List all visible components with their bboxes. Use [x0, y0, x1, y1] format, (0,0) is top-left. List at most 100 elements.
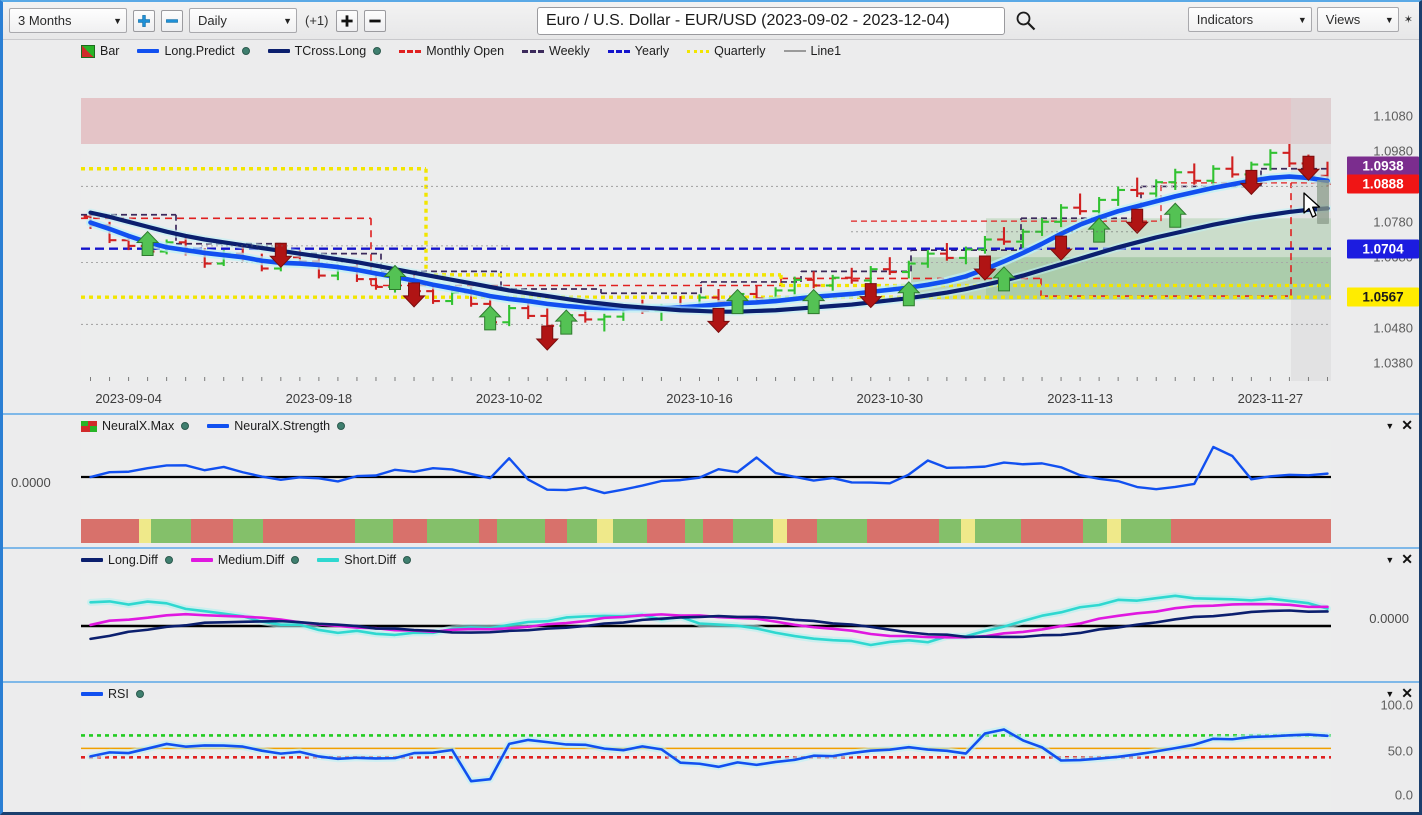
symbol-search-input[interactable]: Euro / U.S. Dollar - EUR/USD (2023-09-02… [537, 7, 1005, 35]
line-swatch-icon [207, 424, 230, 428]
legend-item-bar[interactable]: Bar [81, 44, 119, 58]
legend-label: NeuralX.Strength [234, 419, 331, 433]
settings-dot-icon[interactable] [337, 422, 346, 430]
legend-item-neuralx-max[interactable]: NeuralX.Max [81, 419, 190, 433]
views-menu-label: Views [1325, 12, 1361, 27]
date-axis-tick: 2023-09-04 [95, 391, 162, 406]
chart-stack: Bar Long.Predict TCross.Long Monthly Open We… [3, 40, 1419, 812]
rsi-panel-controls: ▼ ✕ [1385, 685, 1413, 702]
settings-dot-icon[interactable] [181, 422, 190, 430]
legend-label: RSI [108, 687, 129, 701]
search-icon[interactable] [1015, 10, 1036, 31]
settings-dot-icon[interactable] [164, 556, 173, 564]
legend-item-long-diff[interactable]: Long.Diff [81, 553, 173, 567]
legend-label: Short.Diff [344, 553, 397, 567]
interval-select-value: Daily [198, 13, 227, 28]
right-toolbar-group: Indicators ▼ Views ▼ ✶ [1187, 7, 1413, 32]
legend-item-monthly-open[interactable]: Monthly Open [399, 44, 504, 58]
neuralx-panel-legend: NeuralX.Max NeuralX.Strength [3, 415, 1419, 437]
rsi-axis-tick: 0.0 [1394, 787, 1413, 803]
views-menu[interactable]: Views ▼ [1316, 7, 1399, 32]
plus-icon [341, 14, 354, 27]
chevron-down-icon[interactable]: ▼ [1385, 555, 1394, 565]
neuralx-plot-area[interactable] [81, 439, 1331, 543]
legend-label: Medium.Diff [217, 553, 285, 567]
diff-panel-legend: Long.Diff Medium.Diff Short.Diff [3, 549, 1419, 571]
rsi-panel-legend: RSI [3, 683, 1419, 705]
legend-item-quarterly[interactable]: Quarterly [687, 44, 766, 58]
indicators-menu-label: Indicators [1196, 12, 1254, 27]
legend-label: Bar [100, 44, 120, 58]
mouse-cursor-icon [1303, 192, 1323, 220]
bar-swatch-icon [81, 44, 95, 58]
minus-icon [166, 18, 178, 23]
range-increase-button[interactable] [133, 9, 155, 32]
neuralx-zero-label: 0.0000 [11, 475, 51, 490]
settings-dot-icon[interactable] [241, 47, 250, 55]
chevron-down-icon[interactable]: ▼ [1385, 689, 1394, 699]
diff-panel-controls: ▼ ✕ [1385, 551, 1413, 568]
legend-item-short-diff[interactable]: Short.Diff [317, 553, 412, 567]
symbol-search-value: Euro / U.S. Dollar - EUR/USD (2023-09-02… [546, 12, 950, 29]
close-icon[interactable]: ✕ [1401, 551, 1413, 568]
price-panel: Bar Long.Predict TCross.Long Monthly Open We… [3, 40, 1419, 413]
chevron-down-icon: ▼ [1297, 14, 1307, 25]
diff-plot-area[interactable] [81, 573, 1331, 675]
legend-item-yearly[interactable]: Yearly [607, 44, 669, 58]
bars-decrease-button[interactable] [364, 9, 387, 32]
settings-dot-icon[interactable] [291, 556, 300, 564]
settings-dot-icon[interactable] [135, 690, 144, 698]
price-plot-area[interactable] [81, 98, 1331, 381]
diff-chart-svg [81, 592, 1331, 649]
price-chart-svg [81, 98, 1331, 381]
legend-label: Weekly [549, 44, 590, 58]
price-tag: 1.0888 [1347, 174, 1419, 194]
settings-dot-icon[interactable] [373, 47, 382, 55]
legend-item-tcross-long[interactable]: TCross.Long [267, 44, 382, 58]
rsi-axis-tick: 50.0 [1387, 743, 1413, 759]
price-axis-tick: 1.1080 [1373, 108, 1413, 124]
indicators-menu[interactable]: Indicators ▼ [1187, 7, 1312, 32]
legend-item-long-predict[interactable]: Long.Predict [137, 44, 250, 58]
legend-item-medium-diff[interactable]: Medium.Diff [190, 553, 300, 567]
price-tag: 1.0704 [1347, 239, 1419, 259]
chevron-down-icon: ▼ [1384, 14, 1394, 25]
legend-label: Monthly Open [426, 44, 505, 58]
rsi-plot-area[interactable] [81, 699, 1331, 810]
legend-label: NeuralX.Max [102, 419, 175, 433]
bars-increase-button[interactable] [336, 9, 359, 32]
toolbar: 3 Months ▼ Daily ▼ (+1) Euro / U.S. Doll… [3, 2, 1419, 40]
range-decrease-button[interactable] [161, 9, 183, 32]
close-icon[interactable]: ✕ [1401, 685, 1413, 702]
date-axis-tick: 2023-11-13 [1047, 391, 1113, 406]
interval-select[interactable]: Daily ▼ [189, 8, 297, 33]
legend-item-rsi[interactable]: RSI [81, 687, 144, 701]
settings-dot-icon[interactable] [403, 556, 412, 564]
diff-panel: Long.Diff Medium.Diff Short.Diff ▼ ✕ 0.000… [3, 547, 1419, 681]
date-axis-tick: 2023-10-30 [856, 391, 924, 406]
neuralx-max-swatch-icon [81, 421, 97, 432]
rsi-chart-svg [81, 725, 1331, 785]
chevron-down-icon: ▼ [283, 15, 292, 26]
line-swatch-icon [190, 558, 213, 562]
legend-label: Line1 [810, 44, 842, 58]
price-tag: 1.0567 [1347, 287, 1419, 307]
legend-item-neuralx-strength[interactable]: NeuralX.Strength [207, 419, 346, 433]
plus-one-label: (+1) [305, 13, 329, 28]
date-axis-tick: 2023-10-16 [666, 391, 733, 406]
favorite-icon[interactable]: ✶ [1404, 13, 1413, 26]
legend-label: Quarterly [714, 44, 766, 58]
range-select[interactable]: 3 Months ▼ [9, 8, 127, 33]
close-icon[interactable]: ✕ [1401, 417, 1413, 434]
chevron-down-icon[interactable]: ▼ [1385, 421, 1394, 431]
price-axis-tick: 1.0380 [1373, 355, 1413, 371]
chevron-down-icon: ▼ [113, 15, 122, 26]
legend-label: Long.Predict [164, 44, 235, 58]
line-swatch-icon [317, 558, 340, 562]
neuralx-panel: NeuralX.Max NeuralX.Strength ▼ ✕ 0.0000 [3, 413, 1419, 547]
legend-item-weekly[interactable]: Weekly [522, 44, 590, 58]
range-select-value: 3 Months [18, 13, 72, 28]
neuralx-panel-controls: ▼ ✕ [1385, 417, 1413, 434]
legend-item-line1[interactable]: Line1 [783, 44, 842, 58]
date-axis-tick: 2023-09-18 [285, 391, 353, 406]
